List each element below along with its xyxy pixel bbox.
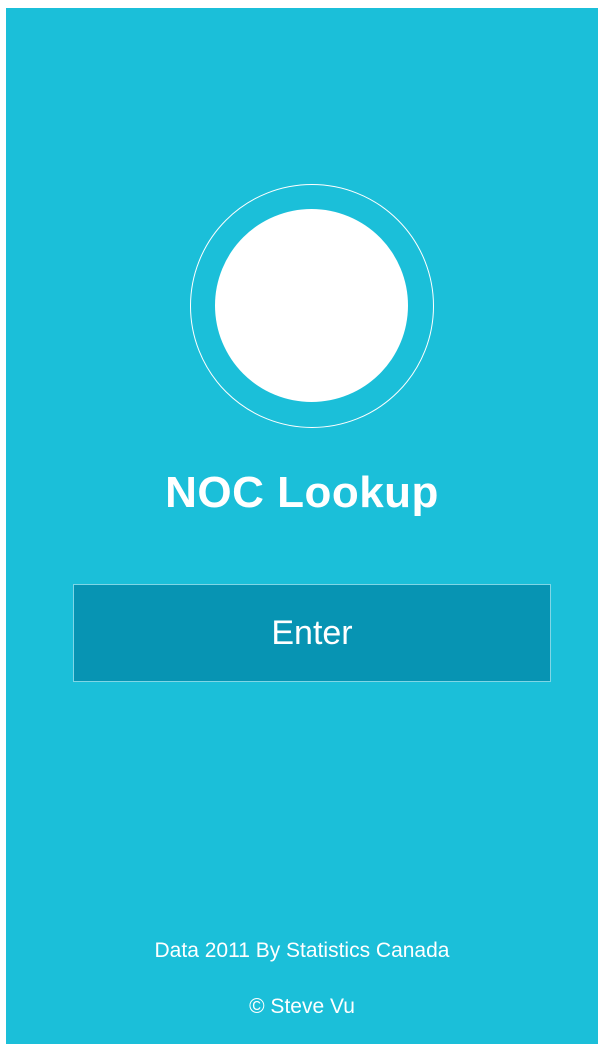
circle-logo-icon bbox=[190, 184, 434, 428]
logo-disc bbox=[215, 209, 408, 402]
app-title: NOC Lookup bbox=[165, 468, 439, 517]
copyright-text: © Steve Vu bbox=[249, 995, 355, 1018]
data-credit: Data 2011 By Statistics Canada bbox=[154, 939, 450, 962]
splash-screen: NOC Lookup Enter Data 2011 By Statistics… bbox=[6, 8, 598, 1044]
enter-button[interactable]: Enter bbox=[73, 584, 551, 682]
enter-button-label: Enter bbox=[271, 614, 353, 652]
